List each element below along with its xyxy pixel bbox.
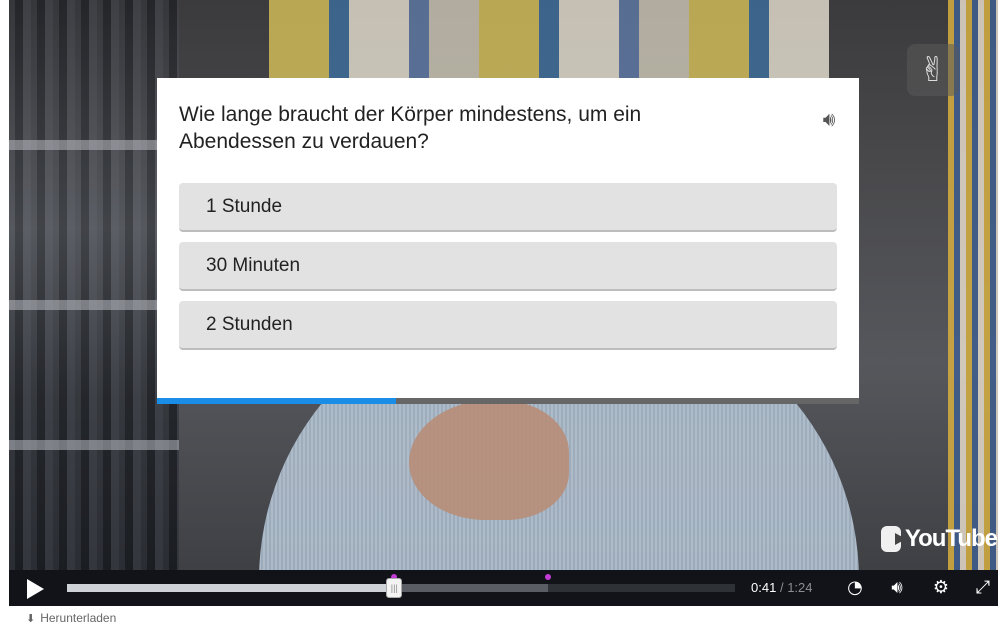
duration: 1:24 <box>787 580 813 595</box>
background-bookshelf <box>9 0 179 570</box>
time-separator: / <box>779 580 784 595</box>
quiz-overlay: Wie lange braucht der Körper mindestens,… <box>157 78 859 404</box>
seek-handle[interactable]: ||| <box>386 578 403 598</box>
speaker-icon[interactable]: 🔊︎ <box>812 106 846 132</box>
current-time: 0:41 <box>751 580 777 595</box>
youtube-play-icon <box>881 526 906 552</box>
answer-option[interactable]: 2 Stunden <box>179 301 837 350</box>
quiz-progress-bar <box>157 398 859 404</box>
seek-chapter-marker[interactable] <box>544 574 551 580</box>
time-display: 0:41 / 1:24 <box>751 580 813 595</box>
seek-bar[interactable]: ||| <box>67 574 735 598</box>
player-controls: ||| 0:41 / 1:24 ◔ 🔊︎ ⚙ ⤢ <box>9 570 998 606</box>
volume-icon[interactable]: 🔊︎ <box>885 576 909 600</box>
answer-option[interactable]: 1 Stunde <box>179 183 837 232</box>
background-books <box>269 0 829 80</box>
seek-played <box>67 584 395 592</box>
quiz-question: Wie lange braucht der Körper mindestens,… <box>179 103 642 153</box>
quiz-progress-fill <box>157 398 396 404</box>
speed-icon[interactable]: ◔ <box>843 576 867 600</box>
download-label: Herunterladen <box>40 611 117 625</box>
settings-gear-icon[interactable]: ⚙ <box>929 576 953 600</box>
answer-option[interactable]: 30 Minuten <box>179 242 837 291</box>
play-icon[interactable] <box>27 579 47 599</box>
youtube-logo[interactable]: YouTube <box>881 522 998 556</box>
channel-watermark-icon[interactable]: ✌ <box>907 44 959 96</box>
fullscreen-icon[interactable]: ⤢ <box>971 576 995 600</box>
download-icon: ⬇ <box>26 611 36 625</box>
youtube-logo-text: YouTube <box>904 525 998 552</box>
video-hand <box>409 400 569 520</box>
download-link[interactable]: ⬇ Herunterladen <box>26 611 116 625</box>
